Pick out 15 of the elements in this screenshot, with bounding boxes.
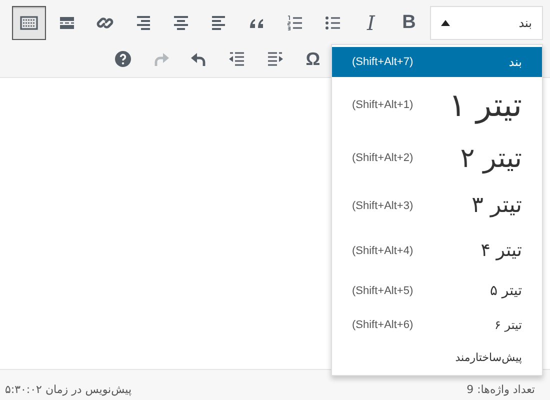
- caret-up-icon: [441, 20, 450, 26]
- outdent-icon: [227, 49, 247, 69]
- numbered-list-icon: [285, 13, 305, 33]
- special-character-button[interactable]: Ω: [296, 42, 330, 76]
- italic-button[interactable]: I: [354, 6, 388, 40]
- indent-icon: [265, 49, 285, 69]
- draft-saved-text: پیش‌نویس در زمان ۵:۳۰:۰۲: [5, 382, 132, 398]
- kitchen-sink-icon: [19, 13, 39, 33]
- kitchen-sink-button[interactable]: [12, 6, 46, 40]
- align-center-icon: [171, 13, 191, 33]
- format-select[interactable]: بند: [430, 6, 543, 40]
- bold-button[interactable]: B: [392, 6, 426, 40]
- help-icon: [113, 49, 133, 69]
- word-count: تعداد واژه‌ها: 9: [466, 382, 535, 398]
- format-menu-item[interactable]: پیش‌ساختارمند: [332, 341, 542, 373]
